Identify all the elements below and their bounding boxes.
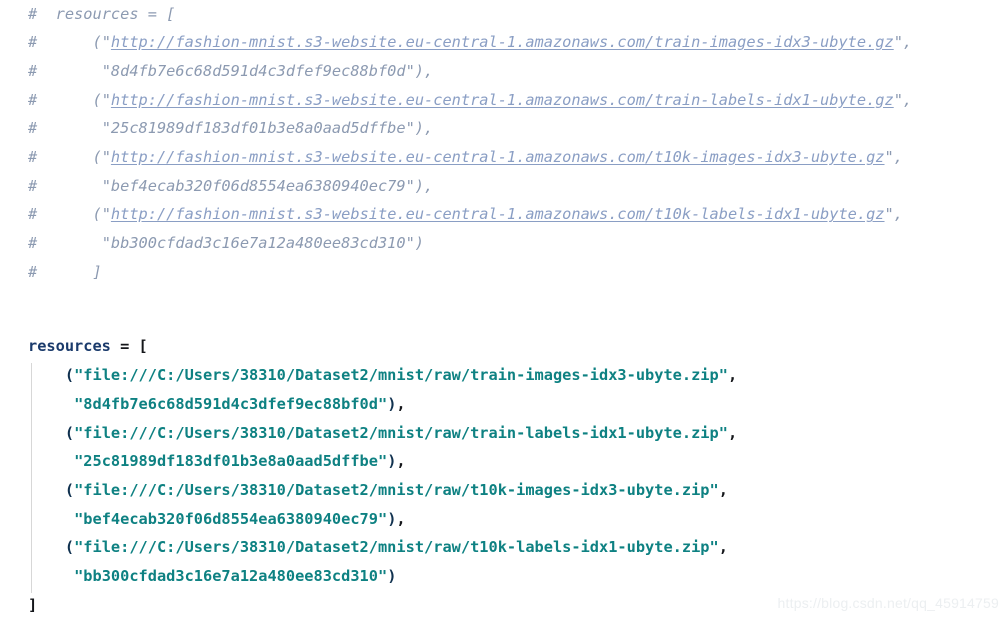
entry-indent (28, 538, 65, 556)
comment-url-link: http://fashion-mnist.s3-website.eu-centr… (110, 205, 885, 224)
open-bracket: [ (138, 337, 148, 356)
entry-comma: , (396, 394, 406, 413)
resource-entry-url-line: ("file:///C:/Users/38310/Dataset2/mnist/… (28, 476, 728, 505)
comment-hash: # (28, 4, 38, 23)
resource-entry-url-line: ("file:///C:/Users/38310/Dataset2/mnist/… (28, 419, 737, 448)
variable-name: resources (28, 337, 111, 356)
comment-indent (37, 119, 101, 137)
hash-indent (28, 510, 74, 528)
comment-text: "bb300cfdad3c16e7a12a480ee83cd310") (101, 234, 425, 253)
comment-url-link: http://fashion-mnist.s3-website.eu-centr… (110, 148, 885, 166)
comment-line: # "8d4fb7e6c68d591d4c3dfef9ec88bf0d"), (28, 57, 433, 86)
resource-hash: "bb300cfdad3c16e7a12a480ee83cd310" (74, 567, 388, 586)
url-comma: , (718, 538, 728, 557)
entry-indent (28, 366, 65, 384)
resource-url: "file:///C:/Users/38310/Dataset2/mnist/r… (74, 480, 719, 499)
comment-text-tail: ", (893, 90, 913, 109)
comment-text-tail: ", (884, 148, 903, 166)
hash-indent (28, 395, 74, 413)
entry-indent (28, 424, 65, 442)
comment-line: # ] (28, 258, 102, 287)
comment-text: "bef4ecab320f06d8554ea6380940ec79"), (101, 176, 434, 195)
comment-indent (37, 62, 101, 80)
comment-line: # ("http://fashion-mnist.s3-website.eu-c… (28, 86, 912, 115)
url-comma: , (727, 366, 738, 385)
resource-entry-hash-line: "8d4fb7e6c68d591d4c3dfef9ec88bf0d"), (28, 390, 406, 419)
entry-comma: , (396, 452, 406, 471)
resource-url: "file:///C:/Users/38310/Dataset2/mnist/r… (74, 423, 728, 442)
comment-text-tail: ", (893, 33, 913, 52)
assignment-line: resources = [ (28, 332, 148, 361)
resource-hash: "8d4fb7e6c68d591d4c3dfef9ec88bf0d" (74, 394, 388, 413)
comment-hash: # (28, 205, 38, 224)
comment-text: (" (92, 148, 111, 166)
comment-indent (37, 5, 55, 23)
comment-hash: # (28, 119, 38, 138)
comment-line: # ("http://fashion-mnist.s3-website.eu-c… (28, 200, 903, 229)
watermark-text: https://blog.csdn.net/qq_45914759 (777, 595, 999, 611)
close-paren: ) (387, 567, 397, 586)
comment-hash: # (28, 176, 38, 195)
comment-text: (" (92, 205, 111, 224)
assign-operator: = (110, 337, 139, 356)
open-paren: ( (64, 538, 75, 557)
open-paren: ( (64, 480, 75, 499)
comment-url-link: http://fashion-mnist.s3-website.eu-centr… (110, 33, 894, 52)
comment-hash: # (28, 148, 38, 166)
resource-entry-url-line: ("file:///C:/Users/38310/Dataset2/mnist/… (28, 361, 737, 390)
comment-hash: # (28, 262, 38, 281)
comment-indent (37, 33, 92, 51)
comment-indent (37, 148, 92, 166)
resource-hash: "25c81989df183df01b3e8a0aad5dffbe" (74, 452, 388, 471)
comment-text: resources = [ (55, 4, 176, 23)
comment-line: # ("http://fashion-mnist.s3-website.eu-c… (28, 143, 903, 172)
comment-line: # "25c81989df183df01b3e8a0aad5dffbe"), (28, 114, 433, 143)
comment-indent (37, 263, 92, 281)
comment-text: (" (92, 90, 111, 109)
hash-indent (28, 567, 74, 585)
comment-indent (37, 234, 101, 252)
comment-hash: # (28, 33, 38, 52)
code-editor[interactable]: # resources = [# ("http://fashion-mnist.… (0, 0, 1007, 615)
resource-entry-hash-line: "bef4ecab320f06d8554ea6380940ec79"), (28, 505, 406, 534)
open-paren: ( (64, 423, 75, 442)
comment-line: # "bef4ecab320f06d8554ea6380940ec79"), (28, 172, 433, 201)
comment-text: ] (92, 262, 102, 281)
comment-line: # ("http://fashion-mnist.s3-website.eu-c… (28, 28, 912, 57)
comment-indent (37, 205, 92, 223)
comment-text: "25c81989df183df01b3e8a0aad5dffbe"), (101, 119, 434, 138)
resource-entry-hash-line: "bb300cfdad3c16e7a12a480ee83cd310") (28, 562, 396, 591)
comment-text: "8d4fb7e6c68d591d4c3dfef9ec88bf0d"), (101, 61, 434, 80)
comment-indent (37, 177, 101, 195)
comment-indent (37, 91, 92, 109)
resource-url: "file:///C:/Users/38310/Dataset2/mnist/r… (74, 366, 728, 385)
comment-text: (" (92, 33, 111, 52)
open-paren: ( (64, 366, 75, 385)
comment-hash: # (28, 234, 38, 253)
close-bracket: ] (28, 595, 38, 614)
hash-indent (28, 452, 74, 470)
url-comma: , (727, 423, 738, 442)
entry-indent (28, 481, 65, 499)
resource-entry-url-line: ("file:///C:/Users/38310/Dataset2/mnist/… (28, 533, 728, 562)
comment-text-tail: ", (884, 205, 903, 224)
url-comma: , (718, 480, 728, 499)
comment-line: # resources = [ (28, 0, 175, 28)
comment-hash: # (28, 90, 38, 109)
resource-entry-hash-line: "25c81989df183df01b3e8a0aad5dffbe"), (28, 447, 406, 476)
entry-comma: , (396, 509, 406, 528)
resource-hash: "bef4ecab320f06d8554ea6380940ec79" (74, 509, 388, 528)
resource-url: "file:///C:/Users/38310/Dataset2/mnist/r… (74, 538, 719, 557)
comment-line: # "bb300cfdad3c16e7a12a480ee83cd310") (28, 229, 424, 258)
comment-url-link: http://fashion-mnist.s3-website.eu-centr… (110, 90, 894, 109)
comment-hash: # (28, 61, 38, 80)
